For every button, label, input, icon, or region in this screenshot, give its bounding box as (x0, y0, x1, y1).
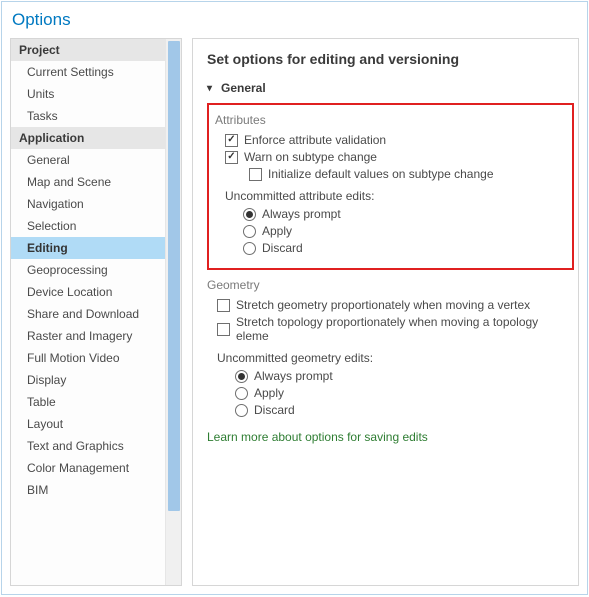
sidebar-item-editing[interactable]: Editing (11, 237, 181, 259)
uncommitted-attr-radio-label: Apply (262, 224, 292, 238)
stretch-topo-row[interactable]: Stretch topology proportionately when mo… (217, 315, 574, 343)
sidebar-item-general[interactable]: General (11, 149, 181, 171)
sidebar-item-layout[interactable]: Layout (11, 413, 181, 435)
uncommitted-geom-option-discard[interactable]: Discard (235, 403, 574, 417)
uncommitted-geom-radio-label: Always prompt (254, 369, 333, 383)
options-dialog: Options ProjectCurrent SettingsUnitsTask… (1, 1, 588, 595)
sidebar-item-share-and-download[interactable]: Share and Download (11, 303, 181, 325)
stretch-vertex-row[interactable]: Stretch geometry proportionately when mo… (217, 298, 574, 312)
sidebar-item-map-and-scene[interactable]: Map and Scene (11, 171, 181, 193)
stretch-topo-checkbox[interactable] (217, 323, 230, 336)
enforce-row[interactable]: Enforce attribute validation (225, 133, 566, 147)
uncommitted-geom-label: Uncommitted geometry edits: (217, 351, 574, 365)
sidebar-item-tasks[interactable]: Tasks (11, 105, 181, 127)
sidebar-item-selection[interactable]: Selection (11, 215, 181, 237)
sidebar-item-device-location[interactable]: Device Location (11, 281, 181, 303)
uncommitted-attr-radio-label: Discard (262, 241, 303, 255)
dialog-title: Options (2, 2, 587, 38)
uncommitted-geom-radio-label: Discard (254, 403, 295, 417)
uncommitted-attr-radio[interactable] (243, 208, 256, 221)
warn-subtype-checkbox[interactable] (225, 151, 238, 164)
sidebar-item-bim[interactable]: BIM (11, 479, 181, 501)
uncommitted-attr-option-always-prompt[interactable]: Always prompt (243, 207, 566, 221)
uncommitted-geom-radio[interactable] (235, 370, 248, 383)
init-defaults-checkbox[interactable] (249, 168, 262, 181)
sidebar-item-display[interactable]: Display (11, 369, 181, 391)
scrollbar-thumb[interactable] (168, 41, 180, 511)
uncommitted-attr-label: Uncommitted attribute edits: (225, 189, 566, 203)
sidebar-category-project: Project (11, 39, 181, 61)
stretch-vertex-checkbox[interactable] (217, 299, 230, 312)
init-defaults-label: Initialize default values on subtype cha… (268, 167, 494, 181)
sidebar-category-application: Application (11, 127, 181, 149)
warn-subtype-row[interactable]: Warn on subtype change (225, 150, 566, 164)
uncommitted-attr-radio[interactable] (243, 225, 256, 238)
attributes-highlight: Attributes Enforce attribute validation … (207, 103, 574, 270)
content-panel: Set options for editing and versioning ▾… (192, 38, 579, 586)
stretch-vertex-label: Stretch geometry proportionately when mo… (236, 298, 530, 312)
sidebar-item-current-settings[interactable]: Current Settings (11, 61, 181, 83)
sidebar-item-navigation[interactable]: Navigation (11, 193, 181, 215)
stretch-topo-label: Stretch topology proportionately when mo… (236, 315, 574, 343)
sidebar-item-units[interactable]: Units (11, 83, 181, 105)
attributes-title: Attributes (215, 113, 566, 127)
sidebar-scrollbar[interactable] (165, 39, 181, 585)
uncommitted-attr-option-discard[interactable]: Discard (243, 241, 566, 255)
page-heading: Set options for editing and versioning (207, 51, 574, 67)
sidebar-item-geoprocessing[interactable]: Geoprocessing (11, 259, 181, 281)
sidebar-item-raster-and-imagery[interactable]: Raster and Imagery (11, 325, 181, 347)
uncommitted-geom-radio-label: Apply (254, 386, 284, 400)
category-sidebar: ProjectCurrent SettingsUnitsTasksApplica… (10, 38, 182, 586)
enforce-label: Enforce attribute validation (244, 133, 386, 147)
sidebar-item-table[interactable]: Table (11, 391, 181, 413)
uncommitted-geom-option-apply[interactable]: Apply (235, 386, 574, 400)
group-label: General (221, 81, 266, 95)
uncommitted-geom-option-always-prompt[interactable]: Always prompt (235, 369, 574, 383)
sidebar-item-text-and-graphics[interactable]: Text and Graphics (11, 435, 181, 457)
group-general-header[interactable]: ▾ General (207, 81, 574, 95)
enforce-checkbox[interactable] (225, 134, 238, 147)
uncommitted-attr-radio[interactable] (243, 242, 256, 255)
sidebar-item-full-motion-video[interactable]: Full Motion Video (11, 347, 181, 369)
geometry-title: Geometry (207, 278, 574, 292)
dialog-body: ProjectCurrent SettingsUnitsTasksApplica… (2, 38, 587, 594)
sidebar-item-color-management[interactable]: Color Management (11, 457, 181, 479)
uncommitted-geom-radio[interactable] (235, 387, 248, 400)
uncommitted-geom-radio[interactable] (235, 404, 248, 417)
chevron-down-icon: ▾ (207, 83, 217, 94)
uncommitted-attr-radio-label: Always prompt (262, 207, 341, 221)
uncommitted-attr-option-apply[interactable]: Apply (243, 224, 566, 238)
learn-more-link[interactable]: Learn more about options for saving edit… (207, 430, 428, 444)
init-defaults-row[interactable]: Initialize default values on subtype cha… (249, 167, 566, 181)
warn-subtype-label: Warn on subtype change (244, 150, 377, 164)
